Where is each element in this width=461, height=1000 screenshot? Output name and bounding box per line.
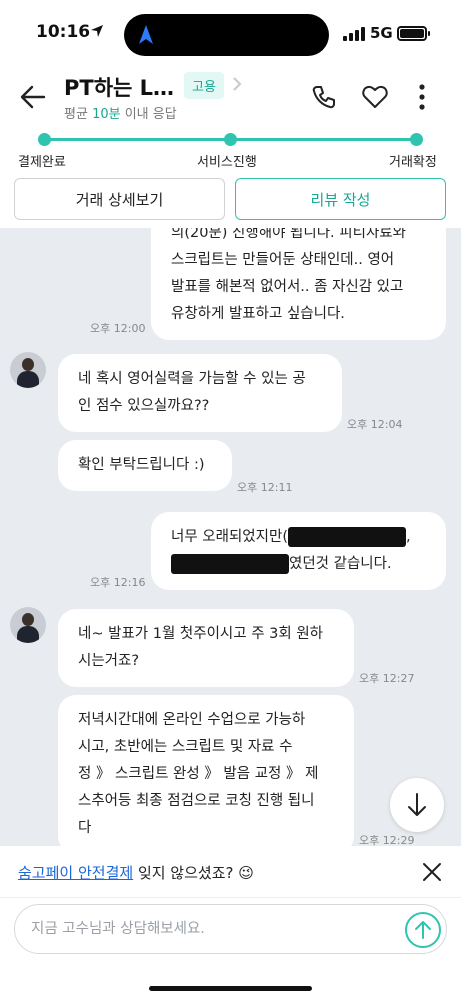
message-time: 오후 12:11: [237, 481, 293, 494]
message-bubble-sent: 의(20분) 진행해야 됩니다. 피티자료와 스크립트는 만들어둔 상태인데..…: [151, 228, 446, 340]
step-label-confirm: 거래확정: [389, 155, 437, 170]
message-input-box: [14, 904, 447, 954]
write-review-button[interactable]: 리뷰 작성: [235, 178, 446, 220]
action-bar: 거래 상세보기 리뷰 작성: [0, 176, 461, 228]
more-vertical-icon[interactable]: [418, 83, 426, 111]
step-label-service: 서비스진행: [197, 155, 257, 170]
deal-detail-button[interactable]: 거래 상세보기: [14, 178, 225, 220]
progress-dot-3: [410, 133, 423, 146]
progress-dot-2: [224, 133, 237, 146]
chat-header: PT하는 L… 고용 평균 10분 이내 응답: [0, 66, 461, 130]
close-icon[interactable]: [421, 861, 443, 883]
network-type: 5G: [370, 24, 393, 42]
chevron-right-icon[interactable]: [232, 76, 242, 92]
chat-title[interactable]: PT하는 L…: [64, 72, 174, 102]
battery-tip: [428, 31, 430, 36]
message-bubble-received: 네 혹시 영어실력을 가늠할 수 있는 공 인 점수 있으실까요??: [58, 354, 342, 432]
navigation-icon: [139, 25, 153, 44]
expert-avatar[interactable]: [10, 607, 46, 643]
arrow-down-icon: [408, 793, 426, 816]
message-input[interactable]: [31, 917, 391, 941]
message-bubble-received: 확인 부탁드립니다 :): [58, 440, 232, 491]
message-time: 오후 12:00: [90, 322, 146, 335]
message-bubble-sent: 너무 오래되었지만(, 였던것 같습니다.: [151, 512, 446, 590]
home-indicator: [149, 986, 312, 991]
phone-icon[interactable]: [311, 84, 337, 110]
heart-icon[interactable]: [362, 85, 388, 109]
expert-avatar[interactable]: [10, 352, 46, 388]
message-bubble-received: 저녁시간대에 온라인 수업으로 가능하 시고, 초반에는 스크립트 및 자료 수…: [58, 695, 354, 846]
response-time-value: 10분: [92, 107, 121, 122]
message-time: 오후 12:27: [359, 672, 415, 685]
back-arrow-icon[interactable]: [18, 82, 48, 112]
message-bubble-received: 네~ 발표가 1월 첫주이시고 주 3회 원하 시는거죠?: [58, 609, 354, 687]
battery-icon: [397, 26, 427, 41]
message-time: 오후 12:29: [359, 834, 415, 846]
status-bar: 10:16 5G: [0, 0, 461, 66]
response-time-info: 평균 10분 이내 응답: [64, 107, 177, 122]
location-arrow-icon: [91, 25, 103, 37]
deal-progress: 결제완료 서비스진행 거래확정: [0, 130, 461, 176]
send-button[interactable]: [405, 912, 441, 948]
hire-badge: 고용: [184, 72, 224, 99]
message-time: 오후 12:16: [90, 576, 146, 589]
dynamic-island: [124, 14, 329, 56]
scroll-to-bottom-button[interactable]: [390, 778, 444, 832]
signal-icon: [343, 27, 365, 41]
redacted-text: [171, 554, 289, 574]
step-label-payment: 결제완료: [18, 155, 66, 170]
chat-area[interactable]: 의(20분) 진행해야 됩니다. 피티자료와 스크립트는 만들어둔 상태인데..…: [0, 228, 461, 846]
safe-pay-link[interactable]: 숨고페이 안전결제: [18, 864, 133, 882]
banner-text: 잊지 않으셨죠? 😉: [133, 864, 254, 882]
arrow-up-icon: [415, 921, 431, 939]
status-time: 10:16: [36, 22, 91, 42]
redacted-text: [288, 527, 406, 547]
message-composer: [0, 898, 461, 1000]
message-time: 오후 12:04: [347, 418, 403, 431]
safe-pay-banner: 숨고페이 안전결제 잊지 않으셨죠? 😉: [0, 846, 461, 898]
progress-dot-1: [38, 133, 51, 146]
